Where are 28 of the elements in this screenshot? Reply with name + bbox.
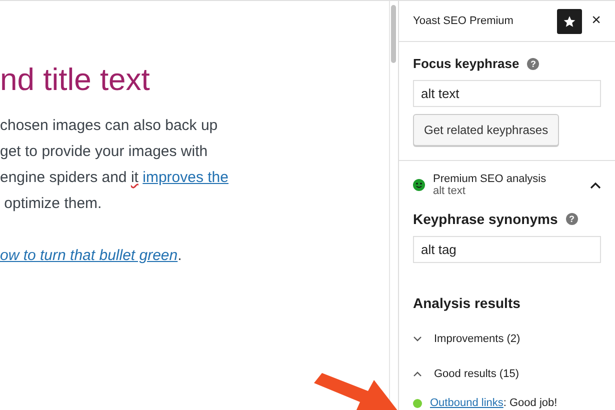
text-link[interactable]: Outbound links (430, 397, 504, 409)
section-title[interactable]: Premium SEO analysis (433, 173, 582, 185)
field-label: Focus keyphrase (413, 56, 520, 71)
sidebar-title: Yoast SEO Premium (413, 15, 514, 27)
scrollbar-thumb[interactable] (391, 5, 396, 63)
result-text: Outbound links: Good job! (430, 397, 558, 409)
field-label: Keyphrase synonyms (413, 211, 558, 227)
synonyms-input[interactable]: alt tag (413, 236, 601, 263)
chevron-icon[interactable] (413, 371, 422, 377)
help-icon[interactable]: ? (527, 58, 540, 70)
section-heading: Analysis results (413, 295, 520, 311)
star-icon (562, 14, 576, 28)
pin-button[interactable] (556, 8, 582, 34)
paragraph: ow to turn that bullet green. (0, 246, 183, 266)
group-toggle[interactable]: Improvements (2) (434, 333, 520, 345)
related-keyphrases-button[interactable]: Get related keyphrases (413, 114, 560, 146)
chevron-icon[interactable] (590, 182, 601, 188)
section-subtitle: alt text (433, 185, 466, 197)
text-link[interactable]: improves the (142, 169, 228, 186)
chevron-icon[interactable] (413, 336, 422, 342)
text-link[interactable]: ow to turn that bullet green (0, 247, 178, 264)
close-button[interactable]: × (588, 12, 605, 30)
paragraph: chosen images can also back up get to provide your images with engine spiders and it improves the optimize them. (0, 116, 230, 214)
keyphrase-input[interactable]: alt text (413, 80, 601, 107)
smiley-icon (413, 179, 425, 191)
group-toggle[interactable]: Good results (15) (434, 368, 519, 380)
help-icon[interactable]: ? (566, 213, 578, 225)
post-title: nd title text (0, 63, 151, 98)
